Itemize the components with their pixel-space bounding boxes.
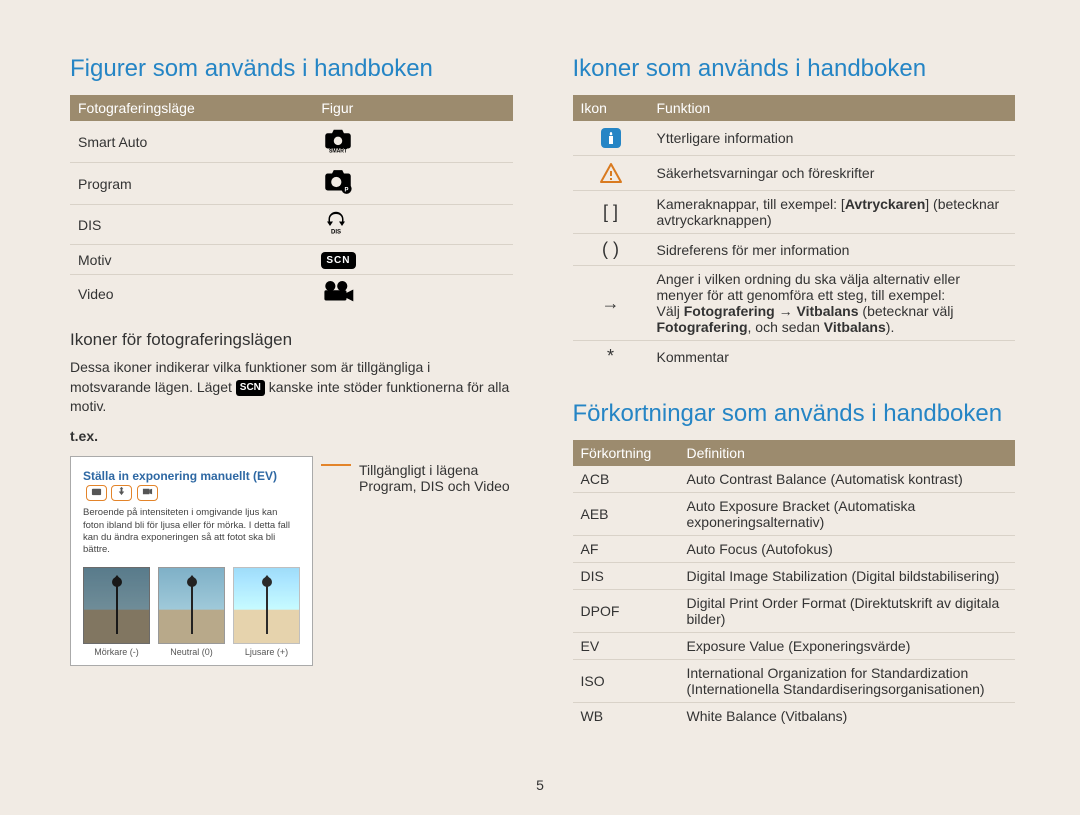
heading-icons: Ikoner som används i handboken (573, 55, 1016, 83)
th-icon: Ikon (573, 95, 649, 121)
table-row: Ytterligare information (573, 121, 1016, 156)
table-row: * Kommentar (573, 341, 1016, 373)
heading-abbreviations: Förkortningar som används i handboken (573, 400, 1016, 428)
example-callout: Ställa in exponering manuellt (EV) Ber (70, 456, 513, 665)
abbr-definition: International Organization for Standardi… (679, 660, 1016, 703)
callout-line (321, 464, 351, 466)
paren-icon: ( ) (573, 234, 649, 266)
abbr-definition: Auto Focus (Autofokus) (679, 536, 1016, 563)
example-title: Ställa in exponering manuellt (EV) (83, 469, 277, 483)
camera-program-icon: P (313, 163, 512, 205)
abbr-label: WB (573, 703, 679, 730)
example-thumbs: Mörkare (-) Neutral (0) Ljusare (+) (83, 567, 300, 657)
dis-icon: DIS (313, 205, 512, 245)
scn-icon: SCN (313, 245, 512, 275)
mode-label: Video (70, 275, 313, 313)
abbr-label: AEB (573, 493, 679, 536)
th-function: Funktion (649, 95, 1016, 121)
table-row: DISDigital Image Stabilization (Digital … (573, 563, 1016, 590)
star-icon: * (573, 341, 649, 373)
table-row: AFAuto Focus (Autofokus) (573, 536, 1016, 563)
table-row: AEBAuto Exposure Bracket (Automatiska ex… (573, 493, 1016, 536)
thumb-label: Neutral (0) (158, 647, 225, 657)
table-row: Säkerhetsvarningar och föreskrifter (573, 156, 1016, 191)
heading-figures: Figurer som används i handboken (70, 55, 513, 83)
table-row: Motiv SCN (70, 245, 513, 275)
example-box: Ställa in exponering manuellt (EV) Ber (70, 456, 313, 665)
th-figure: Figur (313, 95, 512, 121)
svg-text:SMART: SMART (329, 149, 348, 154)
camera-smart-icon: SMART (313, 121, 512, 163)
figure-table: Fotograferingsläge Figur Smart Auto SMAR… (70, 95, 513, 312)
abbr-definition: Auto Exposure Bracket (Automatiska expon… (679, 493, 1016, 536)
icon-function: Sidreferens för mer information (649, 234, 1016, 266)
thumb-dark: Mörkare (-) (83, 567, 150, 657)
table-row: ( ) Sidreferens för mer information (573, 234, 1016, 266)
abbr-label: DPOF (573, 590, 679, 633)
table-row: → Anger i vilken ordning du ska välja al… (573, 266, 1016, 341)
left-column: Figurer som används i handboken Fotograf… (70, 55, 513, 785)
thumb-label: Ljusare (+) (233, 647, 300, 657)
mode-chip-video-icon (137, 485, 158, 501)
abbr-label: DIS (573, 563, 679, 590)
mode-label: DIS (70, 205, 313, 245)
mode-icons-paragraph: Dessa ikoner indikerar vilka funktioner … (70, 358, 513, 417)
th-def: Definition (679, 440, 1016, 466)
th-mode: Fotograferingsläge (70, 95, 313, 121)
th-abbr: Förkortning (573, 440, 679, 466)
icon-function: Säkerhetsvarningar och föreskrifter (649, 156, 1016, 191)
page-number: 5 (0, 777, 1080, 793)
scn-chip-icon: SCN (236, 380, 265, 396)
mode-chip-program-icon (86, 485, 107, 501)
thumb-label: Mörkare (-) (83, 647, 150, 657)
info-icon (573, 121, 649, 156)
abbr-label: ACB (573, 466, 679, 493)
callout-text: Tillgängligt i lägena Program, DIS och V… (359, 456, 513, 494)
table-row: ISOInternational Organization for Standa… (573, 660, 1016, 703)
mode-label: Smart Auto (70, 121, 313, 163)
icon-function: Ytterligare information (649, 121, 1016, 156)
mode-chip-dis-icon (111, 485, 132, 501)
icon-function: Anger i vilken ordning du ska välja alte… (649, 266, 1016, 341)
example-label: t.ex. (70, 427, 513, 447)
table-row: Program P (70, 163, 513, 205)
icon-function: Kommentar (649, 341, 1016, 373)
table-row: DIS DIS (70, 205, 513, 245)
svg-text:P: P (345, 187, 349, 193)
table-row: Smart Auto SMART (70, 121, 513, 163)
abbreviation-table: Förkortning Definition ACBAuto Contrast … (573, 440, 1016, 729)
video-icon (313, 275, 512, 313)
page: Figurer som används i handboken Fotograf… (0, 0, 1080, 815)
table-row: [ ] Kameraknappar, till exempel: [Avtryc… (573, 191, 1016, 234)
thumb-bright: Ljusare (+) (233, 567, 300, 657)
table-row: EVExposure Value (Exponeringsvärde) (573, 633, 1016, 660)
mode-label: Motiv (70, 245, 313, 275)
icon-table: Ikon Funktion Ytterligare information Sä… (573, 95, 1016, 372)
example-desc: Beroende på intensiteten i omgivande lju… (83, 507, 300, 556)
svg-text:DIS: DIS (331, 230, 341, 236)
right-column: Ikoner som används i handboken Ikon Funk… (573, 55, 1016, 785)
abbr-definition: Exposure Value (Exponeringsvärde) (679, 633, 1016, 660)
thumb-neutral: Neutral (0) (158, 567, 225, 657)
table-row: ACBAuto Contrast Balance (Automatisk kon… (573, 466, 1016, 493)
brackets-icon: [ ] (573, 191, 649, 234)
table-row: DPOFDigital Print Order Format (Direktut… (573, 590, 1016, 633)
subheading-mode-icons: Ikoner för fotograferingslägen (70, 330, 513, 350)
warning-icon (573, 156, 649, 191)
abbr-definition: Digital Image Stabilization (Digital bil… (679, 563, 1016, 590)
abbr-label: AF (573, 536, 679, 563)
abbr-definition: Auto Contrast Balance (Automatisk kontra… (679, 466, 1016, 493)
mode-label: Program (70, 163, 313, 205)
abbr-label: ISO (573, 660, 679, 703)
table-row: Video (70, 275, 513, 313)
abbr-definition: Digital Print Order Format (Direktutskri… (679, 590, 1016, 633)
table-row: WBWhite Balance (Vitbalans) (573, 703, 1016, 730)
icon-function: Kameraknappar, till exempel: [Avtryckare… (649, 191, 1016, 234)
abbr-definition: White Balance (Vitbalans) (679, 703, 1016, 730)
arrow-icon: → (573, 266, 649, 341)
abbr-label: EV (573, 633, 679, 660)
